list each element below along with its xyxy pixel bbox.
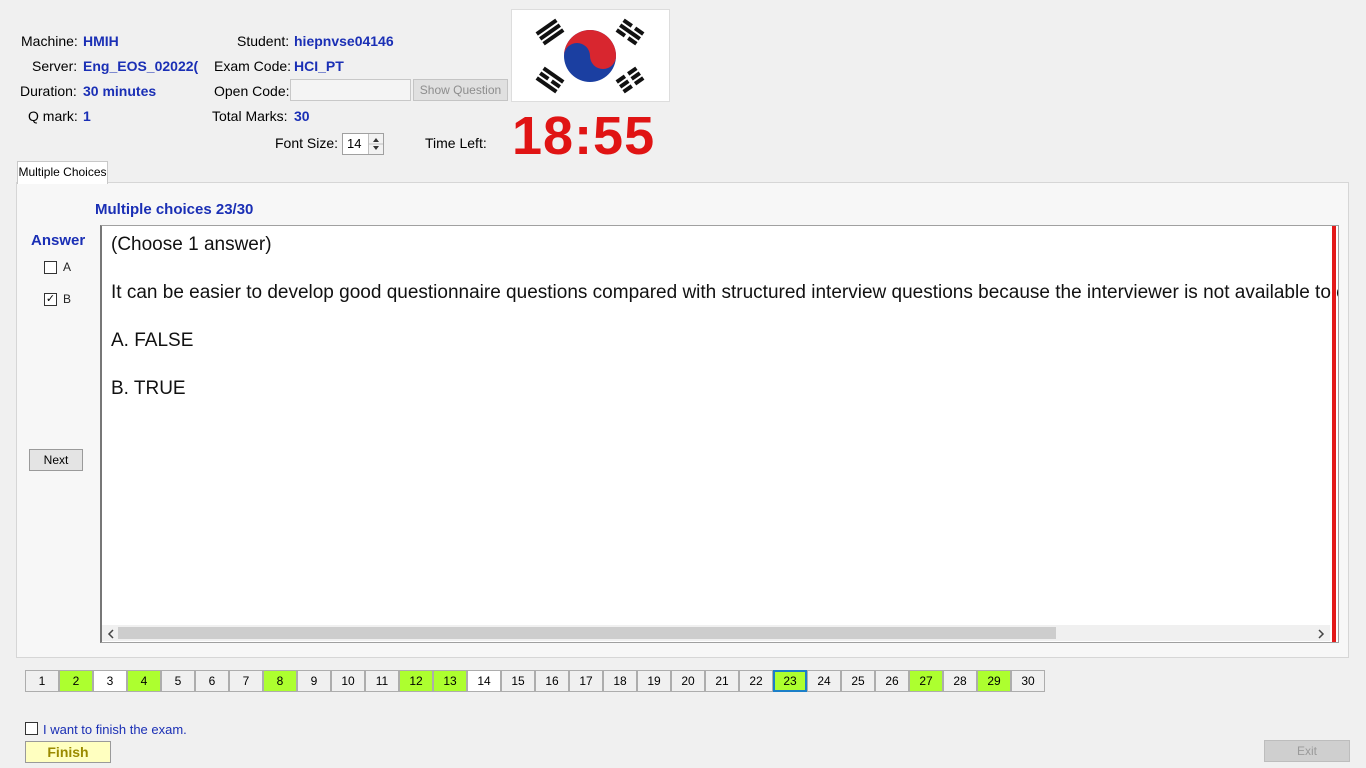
question-nav-button[interactable]: 6	[195, 670, 229, 692]
question-nav-button[interactable]: 5	[161, 670, 195, 692]
question-nav-button[interactable]: 8	[263, 670, 297, 692]
question-nav-button[interactable]: 21	[705, 670, 739, 692]
question-nav-button[interactable]: 29	[977, 670, 1011, 692]
korea-flag-image	[511, 9, 670, 102]
scroll-marker	[1332, 226, 1336, 642]
machine-value: HMIH	[83, 33, 119, 49]
finish-button[interactable]: Finish	[25, 741, 111, 763]
duration-value: 30 minutes	[83, 83, 157, 99]
qmark-value: 1	[83, 108, 91, 124]
answer-b-label: B	[63, 292, 72, 306]
question-nav-button[interactable]: 7	[229, 670, 263, 692]
answer-a-checkbox[interactable]	[44, 261, 57, 274]
show-question-button[interactable]: Show Question	[413, 79, 508, 101]
answer-b-checkbox[interactable]: ✓	[44, 293, 57, 306]
opencode-label: Open Code:	[214, 83, 290, 99]
question-nav-button[interactable]: 28	[943, 670, 977, 692]
finish-checkbox[interactable]	[25, 722, 38, 735]
fontsize-label: Font Size:	[275, 135, 339, 151]
question-nav-button[interactable]: 11	[365, 670, 399, 692]
question-nav-button[interactable]: 2	[59, 670, 93, 692]
student-value: hiepnvse04146	[294, 33, 394, 49]
question-nav-button[interactable]: 4	[127, 670, 161, 692]
question-nav-button[interactable]: 22	[739, 670, 773, 692]
question-nav-button[interactable]: 10	[331, 670, 365, 692]
qmark-label: Q mark:	[28, 108, 78, 124]
server-value: Eng_EOS_02022(	[83, 58, 199, 74]
student-label: Student:	[237, 33, 290, 49]
scroll-thumb[interactable]	[118, 627, 1056, 639]
question-nav-button[interactable]: 26	[875, 670, 909, 692]
server-label: Server:	[32, 58, 78, 74]
next-button[interactable]: Next	[29, 449, 83, 471]
question-nav-button[interactable]: 3	[93, 670, 127, 692]
question-nav-button[interactable]: 1	[25, 670, 59, 692]
question-nav-button[interactable]: 16	[535, 670, 569, 692]
question-header: Multiple choices 23/30	[95, 201, 254, 218]
question-nav-button[interactable]: 19	[637, 670, 671, 692]
tab-multiple-choices[interactable]: Multiple Choices	[17, 161, 108, 184]
finish-check-label: I want to finish the exam.	[43, 722, 187, 737]
question-nav-button[interactable]: 23	[773, 670, 807, 692]
examcode-value: HCI_PT	[294, 58, 344, 74]
timer: 18:55	[512, 106, 656, 166]
answer-title: Answer	[31, 232, 86, 249]
question-nav-button[interactable]: 24	[807, 670, 841, 692]
chevron-left-icon[interactable]	[106, 627, 116, 639]
opencode-input[interactable]	[290, 79, 411, 101]
totalmarks-value: 30	[294, 108, 310, 124]
question-text: It can be easier to develop good questio…	[111, 282, 1339, 303]
question-nav-button[interactable]: 12	[399, 670, 433, 692]
question-nav-button[interactable]: 15	[501, 670, 535, 692]
question-nav-button[interactable]: 25	[841, 670, 875, 692]
question-nav-button[interactable]: 20	[671, 670, 705, 692]
question-nav-button[interactable]: 9	[297, 670, 331, 692]
question-nav-button[interactable]: 30	[1011, 670, 1045, 692]
machine-label: Machine:	[21, 33, 78, 49]
duration-label: Duration:	[20, 83, 77, 99]
spin-updown-icon[interactable]	[368, 134, 383, 154]
fontsize-value: 14	[347, 136, 362, 151]
answer-a-label: A	[63, 260, 72, 274]
question-nav-button[interactable]: 17	[569, 670, 603, 692]
question-nav-button[interactable]: 18	[603, 670, 637, 692]
fontsize-stepper[interactable]: 14	[342, 133, 384, 155]
question-instruction: (Choose 1 answer)	[111, 234, 272, 255]
question-nav-button[interactable]: 14	[467, 670, 501, 692]
totalmarks-label: Total Marks:	[212, 108, 288, 124]
question-content: (Choose 1 answer) It can be easier to de…	[100, 225, 1339, 643]
question-nav-button[interactable]: 13	[433, 670, 467, 692]
horizontal-scrollbar[interactable]	[102, 625, 1330, 641]
examcode-label: Exam Code:	[214, 58, 292, 74]
exit-button[interactable]: Exit	[1264, 740, 1350, 762]
option-b: B. TRUE	[111, 378, 186, 399]
chevron-right-icon[interactable]	[1316, 627, 1326, 639]
question-nav-button[interactable]: 27	[909, 670, 943, 692]
option-a: A. FALSE	[111, 330, 194, 351]
timeleft-label: Time Left:	[425, 135, 487, 151]
